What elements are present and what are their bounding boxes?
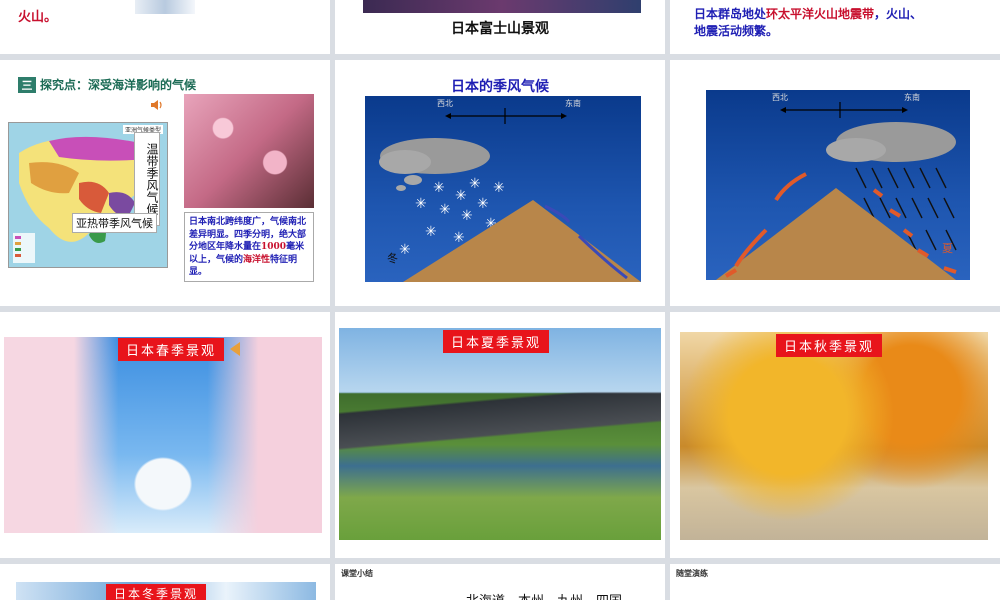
note-highlight: 海洋性 <box>243 254 271 265</box>
svg-text:✳: ✳ <box>425 224 437 240</box>
subtropical-monsoon-label: 亚热带季风气候 <box>72 213 157 233</box>
section-header: 三 探究点：深受海洋影响的气候 <box>18 76 196 93</box>
winter-season-label: 冬 <box>387 251 398 265</box>
svg-text:✳: ✳ <box>453 230 465 246</box>
slide-thumbnail-3[interactable]: 日本群岛地处环太平洋火山地震带，火山、 地震活动频繁。 <box>670 0 1000 54</box>
summer-monsoon-diagram: 西北 东南 夏 <box>706 90 970 280</box>
svg-text:✳: ✳ <box>461 208 473 224</box>
svg-text:✳: ✳ <box>493 180 505 196</box>
svg-text:✳: ✳ <box>477 196 489 212</box>
cherry-blossom-photo <box>184 94 314 208</box>
slide-thumbnail-4[interactable]: 三 探究点：深受海洋影响的气候 亚洲气候类型 温带季风气候 亚热带季风气候 日本… <box>0 60 330 306</box>
monsoon-title: 日本的季风气候 <box>451 79 549 95</box>
spring-scenery-photo <box>4 337 322 533</box>
summer-scenery-photo <box>339 328 661 540</box>
slide3-line1-a: 日本群岛地处 <box>694 7 767 21</box>
svg-text:✳: ✳ <box>455 188 467 204</box>
slide-thumbnail-6[interactable]: 西北 东南 夏 <box>670 60 1000 306</box>
speaker-icon[interactable] <box>150 98 164 112</box>
winter-tag: 日本冬季景观 <box>106 584 207 600</box>
slide1-image <box>135 0 195 14</box>
spring-tag: 日本春季景观 <box>118 338 225 361</box>
slide-thumbnail-1[interactable]: 火山。 <box>0 0 330 54</box>
slide-thumbnail-2[interactable]: 日本富士山景观 <box>335 0 665 54</box>
temperate-monsoon-label: 温带季风气候 <box>134 132 160 226</box>
summer-monsoon-graphic: 西北 东南 夏 <box>716 92 957 280</box>
svg-text:✳: ✳ <box>439 202 451 218</box>
note-number: 1000 <box>261 242 287 252</box>
fuji-photo <box>363 0 641 13</box>
svg-text:✳: ✳ <box>415 196 427 212</box>
autumn-tag: 日本秋季景观 <box>776 334 883 357</box>
summary-text: …北海道、本州、九州、四国 <box>453 590 622 600</box>
slide3-line2: 地震活动频繁。 <box>694 24 779 38</box>
winter-west-label: 西北 <box>437 99 453 108</box>
slide-thumbnail-7[interactable]: 日本春季景观 <box>0 312 330 558</box>
section-title: 探究点：深受海洋影响的气候 <box>40 78 197 92</box>
autumn-scenery-photo <box>680 332 988 540</box>
slide1-text: 火山。 <box>18 10 58 25</box>
slide-thumbnail-5[interactable]: 日本的季风气候 西北 东南 ✳ ✳ ✳ ✳ ✳ ✳ ✳ ✳ ✳ ✳ ✳ ✳ 冬 <box>335 60 665 306</box>
slide-thumbnail-12[interactable]: 随堂演练 <box>670 564 1000 600</box>
climate-note: 日本南北跨纬度广，气候南北差异明显。四季分明，绝大部分地区年降水量在1000毫米… <box>184 212 314 282</box>
slide2-caption: 日本富士山景观 <box>451 21 549 37</box>
slide-thumbnail-10[interactable]: 日本冬季景观 <box>0 564 330 600</box>
summer-tag: 日本夏季景观 <box>443 330 550 353</box>
slide3-text: 日本群岛地处环太平洋火山地震带，火山、 地震活动频繁。 <box>694 6 984 40</box>
svg-text:✳: ✳ <box>433 180 445 196</box>
slide3-line1-b: ，火山、 <box>874 7 923 21</box>
svg-text:✳: ✳ <box>469 176 481 192</box>
summer-west-label: 西北 <box>772 93 788 102</box>
summary-label: 课堂小结 <box>341 568 373 578</box>
play-arrow-icon[interactable] <box>230 342 240 356</box>
slide-thumbnail-8[interactable]: 日本夏季景观 <box>335 312 665 558</box>
winter-east-label: 东南 <box>565 98 581 108</box>
summer-season-label: 夏 <box>942 242 953 255</box>
winter-monsoon-diagram: 西北 东南 ✳ ✳ ✳ ✳ ✳ ✳ ✳ ✳ ✳ ✳ ✳ ✳ 冬 <box>365 96 641 282</box>
slide-sorter-grid: 火山。 日本富士山景观 日本群岛地处环太平洋火山地震带，火山、 地震活动频繁。 … <box>0 0 1000 600</box>
svg-text:✳: ✳ <box>399 242 411 258</box>
slide-thumbnail-11[interactable]: 课堂小结 …北海道、本州、九州、四国 <box>335 564 665 600</box>
practice-label: 随堂演练 <box>676 568 708 578</box>
slide3-highlight: 环太平洋火山地震带 <box>766 7 875 21</box>
slide-thumbnail-9[interactable]: 日本秋季景观 <box>670 312 1000 558</box>
summer-east-label: 东南 <box>904 92 920 102</box>
winter-monsoon-graphic: 西北 东南 ✳ ✳✳ ✳ ✳✳ ✳✳✳ ✳✳✳ 冬 <box>379 98 641 282</box>
section-number: 三 <box>18 76 36 93</box>
